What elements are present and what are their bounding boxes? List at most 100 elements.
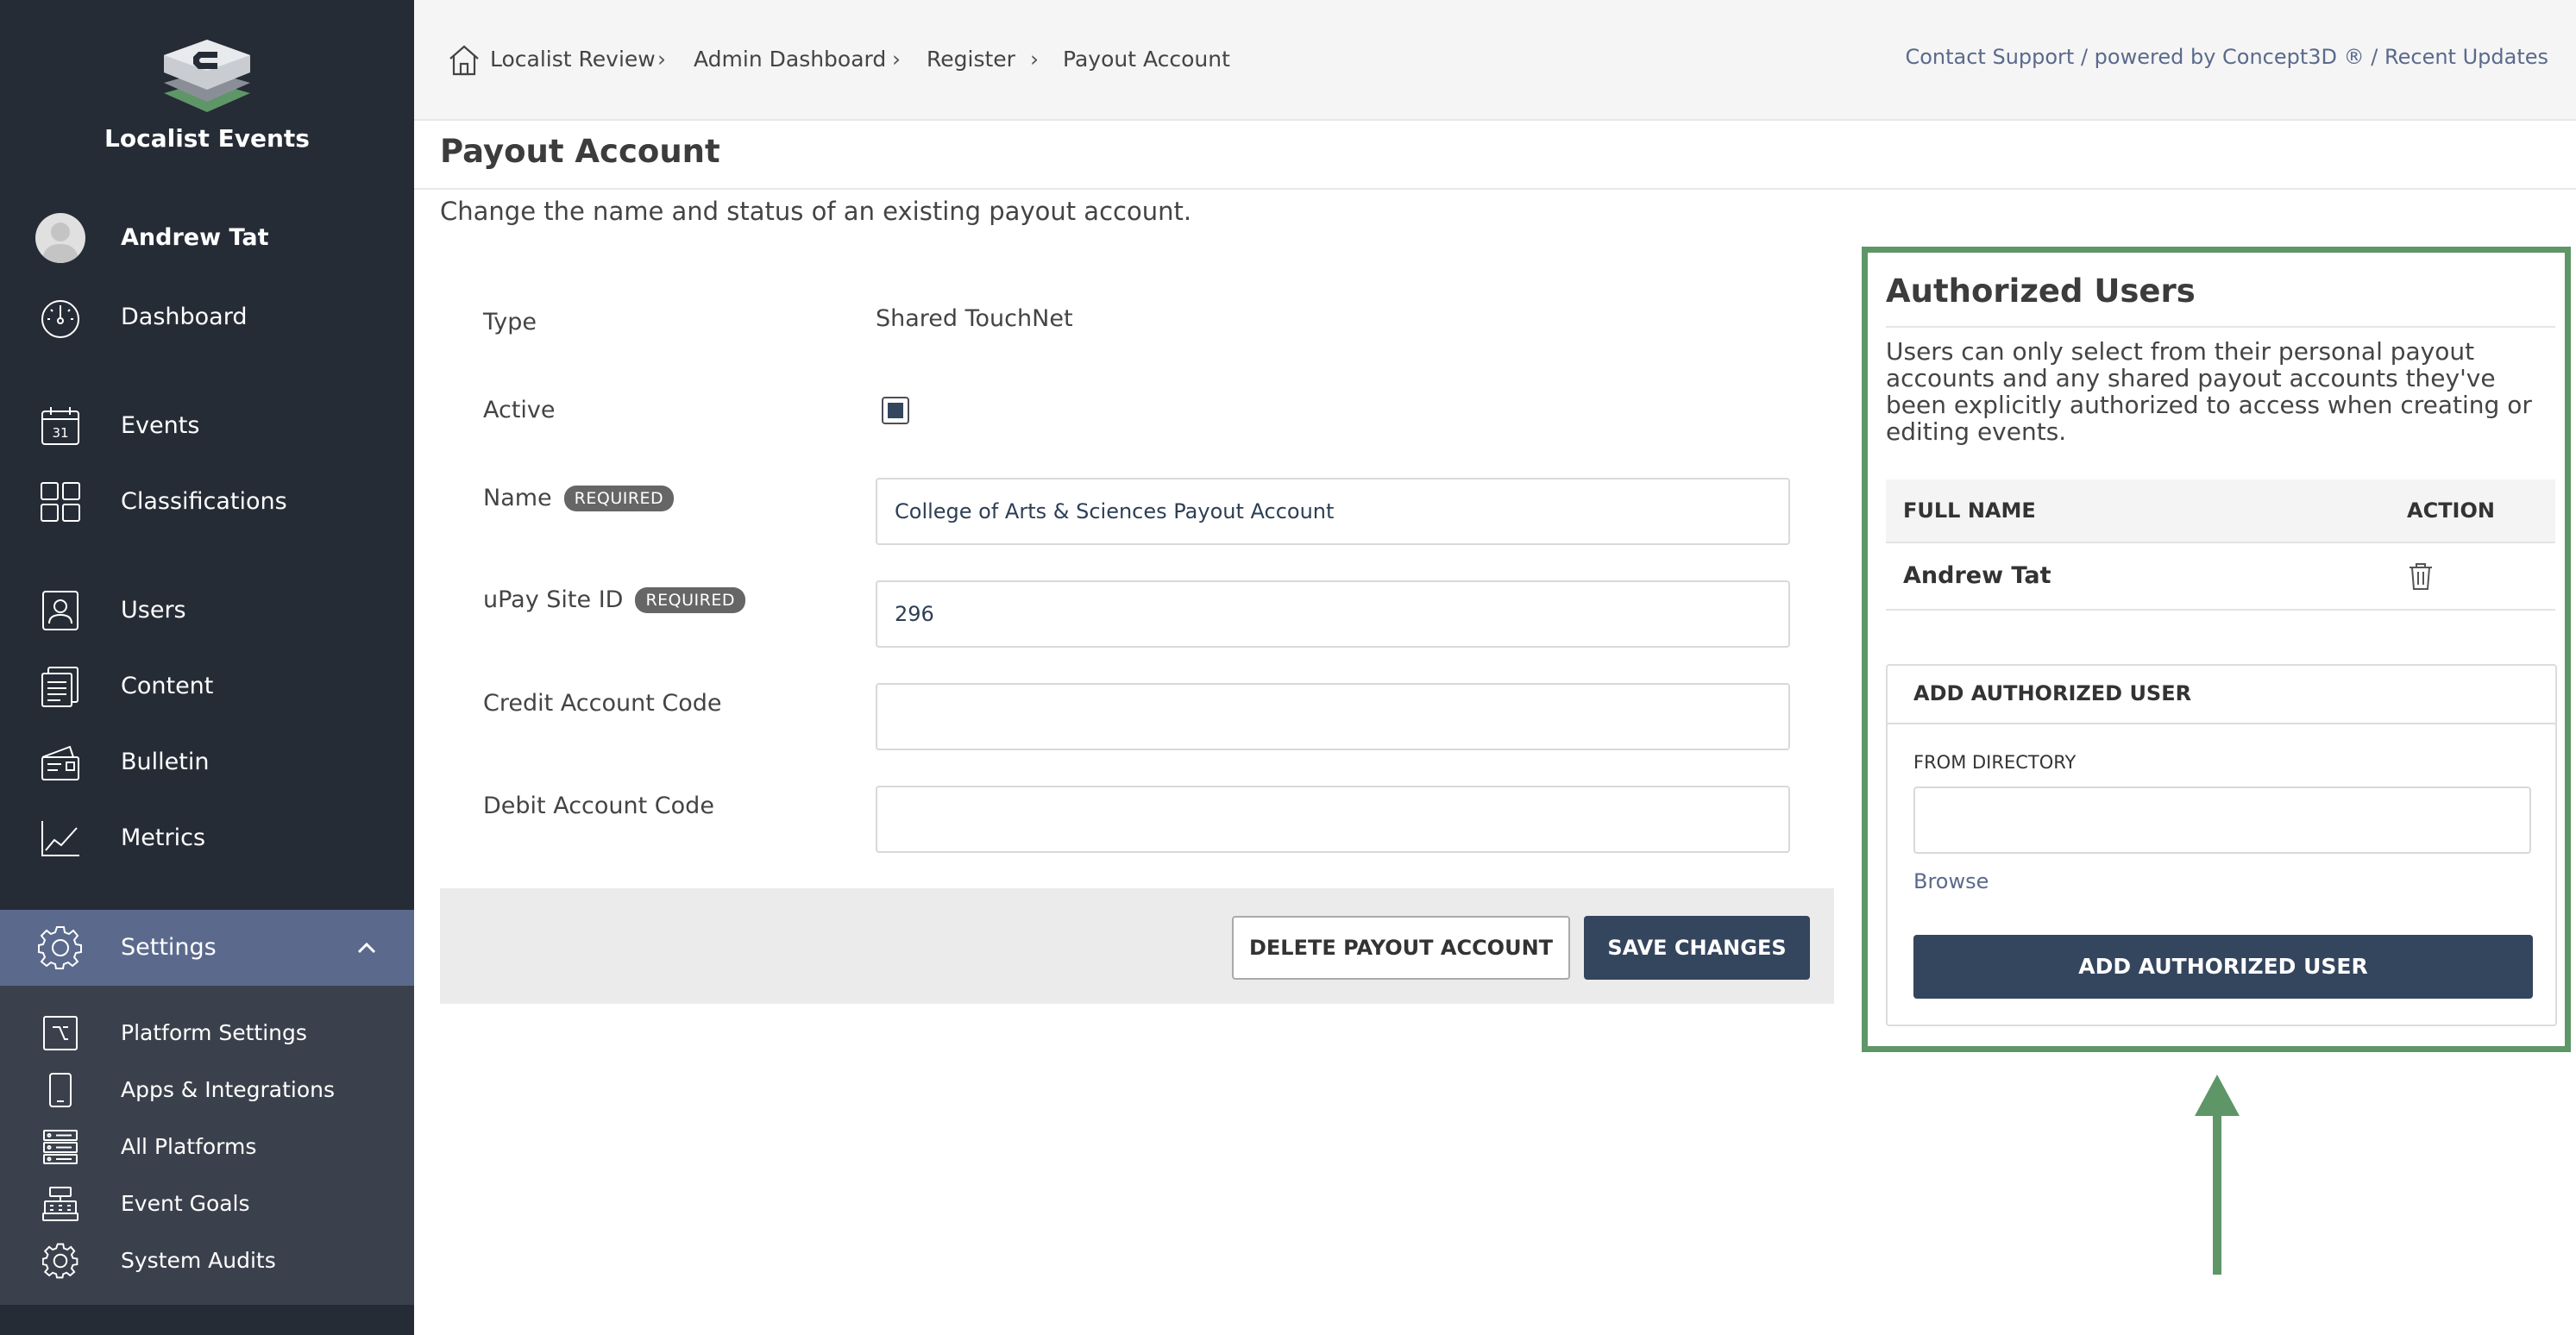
sidebar-item-label: Metrics bbox=[121, 824, 206, 851]
sidebar-item-label: Events bbox=[121, 412, 200, 439]
column-header-full-name: FULL NAME bbox=[1903, 498, 2036, 523]
breadcrumb-register[interactable]: Register bbox=[927, 47, 1015, 72]
delete-payout-account-button[interactable]: DELETE PAYOUT ACCOUNT bbox=[1232, 916, 1570, 980]
server-icon bbox=[36, 1127, 85, 1167]
top-links[interactable]: Contact Support / powered by Concept3D ®… bbox=[1905, 45, 2548, 69]
name-input[interactable]: College of Arts & Sciences Payout Accoun… bbox=[876, 478, 1790, 545]
page-title: Payout Account bbox=[440, 133, 720, 170]
sidebar-item-events[interactable]: 31 Events bbox=[0, 395, 414, 457]
from-directory-input[interactable] bbox=[1913, 787, 2531, 854]
sidebar-item-label: Dashboard bbox=[121, 304, 248, 330]
column-header-action: ACTION bbox=[2407, 498, 2495, 523]
name-label-text: Name bbox=[483, 485, 552, 511]
calendar-icon-day: 31 bbox=[52, 425, 68, 441]
browse-link[interactable]: Browse bbox=[1913, 869, 1989, 893]
sidebar-subitem-apps-integrations[interactable]: Apps & Integrations bbox=[0, 1062, 414, 1119]
trash-icon[interactable] bbox=[2405, 561, 2436, 592]
calendar-icon: 31 bbox=[35, 402, 86, 450]
sidebar-subitem-label: All Platforms bbox=[121, 1134, 257, 1159]
cash-register-icon bbox=[36, 1184, 85, 1224]
user-icon bbox=[35, 586, 86, 635]
add-authorized-user-card: ADD AUTHORIZED USER FROM DIRECTORY Brows… bbox=[1886, 664, 2557, 1026]
sidebar-item-classifications[interactable]: Classifications bbox=[0, 471, 414, 533]
required-badge: REQUIRED bbox=[635, 586, 745, 613]
top-bar: Localist Review › Admin Dashboard › Regi… bbox=[414, 0, 2576, 121]
credit-account-code-label: Credit Account Code bbox=[483, 690, 722, 717]
form-actions-bar: DELETE PAYOUT ACCOUNT SAVE CHANGES bbox=[440, 888, 1834, 1004]
sidebar-item-metrics[interactable]: Metrics bbox=[0, 807, 414, 869]
mobile-icon bbox=[36, 1070, 85, 1110]
sidebar-subitem-all-platforms[interactable]: All Platforms bbox=[0, 1119, 414, 1175]
sidebar-subitem-event-goals[interactable]: Event Goals bbox=[0, 1175, 414, 1232]
document-icon bbox=[35, 662, 86, 711]
sidebar-user-profile[interactable]: Andrew Tat bbox=[0, 207, 414, 269]
name-label: Name REQUIRED bbox=[483, 485, 675, 511]
terminal-icon bbox=[36, 1013, 85, 1053]
sidebar-subitem-label: Platform Settings bbox=[121, 1020, 307, 1045]
arrow-up-icon bbox=[2195, 1075, 2240, 1275]
sidebar-item-label: Settings bbox=[121, 934, 217, 961]
sidebar-item-label: Content bbox=[121, 673, 214, 699]
sidebar-item-label: Bulletin bbox=[121, 749, 210, 775]
type-label: Type bbox=[483, 309, 537, 335]
gear-icon bbox=[35, 924, 86, 972]
settings-submenu: Platform Settings Apps & Integrations Al… bbox=[0, 986, 414, 1305]
active-label-text: Active bbox=[483, 397, 556, 423]
sidebar-user-name: Andrew Tat bbox=[121, 224, 269, 251]
active-checkbox[interactable] bbox=[882, 397, 909, 424]
debit-label-text: Debit Account Code bbox=[483, 793, 714, 819]
authorized-users-description: Users can only select from their persona… bbox=[1886, 337, 2532, 446]
page-description: Change the name and status of an existin… bbox=[440, 197, 1192, 226]
gear-icon bbox=[36, 1241, 85, 1281]
breadcrumb-separator: › bbox=[892, 47, 901, 72]
debit-account-code-input[interactable] bbox=[876, 786, 1790, 853]
upay-label-text: uPay Site ID bbox=[483, 586, 624, 613]
sidebar-item-label: Classifications bbox=[121, 488, 287, 515]
home-icon[interactable] bbox=[447, 43, 481, 78]
sidebar-item-settings[interactable]: Settings bbox=[0, 910, 414, 986]
authorized-users-title: Authorized Users bbox=[1886, 273, 2196, 310]
add-authorized-user-title: ADD AUTHORIZED USER bbox=[1913, 681, 2192, 705]
sidebar-subitem-platform-settings[interactable]: Platform Settings bbox=[0, 1005, 414, 1062]
sidebar-item-label: Users bbox=[121, 597, 186, 624]
add-authorized-user-button[interactable]: ADD AUTHORIZED USER bbox=[1913, 935, 2533, 999]
active-label: Active bbox=[483, 397, 556, 423]
sidebar-subitem-system-audits[interactable]: System Audits bbox=[0, 1232, 414, 1289]
sidebar: Localist Events Andrew Tat Dashboard 31 … bbox=[0, 0, 414, 1335]
upay-site-id-label: uPay Site ID REQUIRED bbox=[483, 586, 745, 613]
localist-logo-icon[interactable] bbox=[160, 36, 254, 114]
breadcrumb-localist-review[interactable]: Localist Review bbox=[490, 47, 656, 72]
credit-label-text: Credit Account Code bbox=[483, 690, 722, 717]
add-authorized-user-header: ADD AUTHORIZED USER bbox=[1888, 666, 2555, 724]
from-directory-label: FROM DIRECTORY bbox=[1913, 752, 2077, 773]
sidebar-subitem-label: System Audits bbox=[121, 1248, 276, 1273]
divider bbox=[414, 188, 2576, 190]
authorized-user-name: Andrew Tat bbox=[1903, 562, 2051, 589]
line-chart-icon bbox=[35, 814, 86, 862]
breadcrumb-separator: › bbox=[657, 47, 666, 72]
sidebar-subitem-label: Event Goals bbox=[121, 1191, 250, 1216]
grid-icon bbox=[35, 478, 86, 526]
type-label-text: Type bbox=[483, 309, 537, 335]
save-changes-button[interactable]: SAVE CHANGES bbox=[1584, 916, 1810, 980]
chevron-up-icon[interactable] bbox=[354, 936, 380, 962]
upay-site-id-input[interactable]: 296 bbox=[876, 580, 1790, 648]
sidebar-item-users[interactable]: Users bbox=[0, 580, 414, 642]
bulletin-icon bbox=[35, 738, 86, 787]
breadcrumb-admin-dashboard[interactable]: Admin Dashboard bbox=[694, 47, 886, 72]
sidebar-item-bulletin[interactable]: Bulletin bbox=[0, 731, 414, 793]
gauge-icon bbox=[35, 293, 86, 342]
breadcrumb-payout-account: Payout Account bbox=[1063, 47, 1230, 72]
breadcrumb-separator: › bbox=[1030, 47, 1039, 72]
credit-account-code-input[interactable] bbox=[876, 683, 1790, 750]
table-row: Andrew Tat bbox=[1886, 543, 2555, 611]
sidebar-item-content[interactable]: Content bbox=[0, 655, 414, 718]
authorized-users-table-header: FULL NAME ACTION bbox=[1886, 479, 2555, 543]
app-name: Localist Events bbox=[104, 124, 310, 153]
user-avatar bbox=[35, 213, 86, 263]
sidebar-subitem-label: Apps & Integrations bbox=[121, 1077, 336, 1102]
debit-account-code-label: Debit Account Code bbox=[483, 793, 714, 819]
type-value: Shared TouchNet bbox=[876, 305, 1073, 332]
sidebar-item-dashboard[interactable]: Dashboard bbox=[0, 286, 414, 348]
required-badge: REQUIRED bbox=[563, 485, 675, 511]
